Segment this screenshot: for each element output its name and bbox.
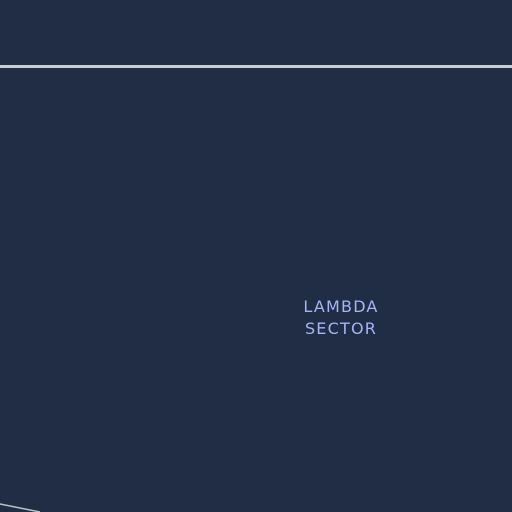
sector-label: LAMBDA SECTOR (280, 296, 402, 340)
map-canvas[interactable]: LAMBDA SECTOR (0, 0, 512, 512)
road-line (0, 65, 512, 68)
sector-label-line-2: SECTOR (304, 319, 378, 338)
sector-label-line-1: LAMBDA (303, 297, 379, 316)
corner-road-line (0, 503, 41, 512)
